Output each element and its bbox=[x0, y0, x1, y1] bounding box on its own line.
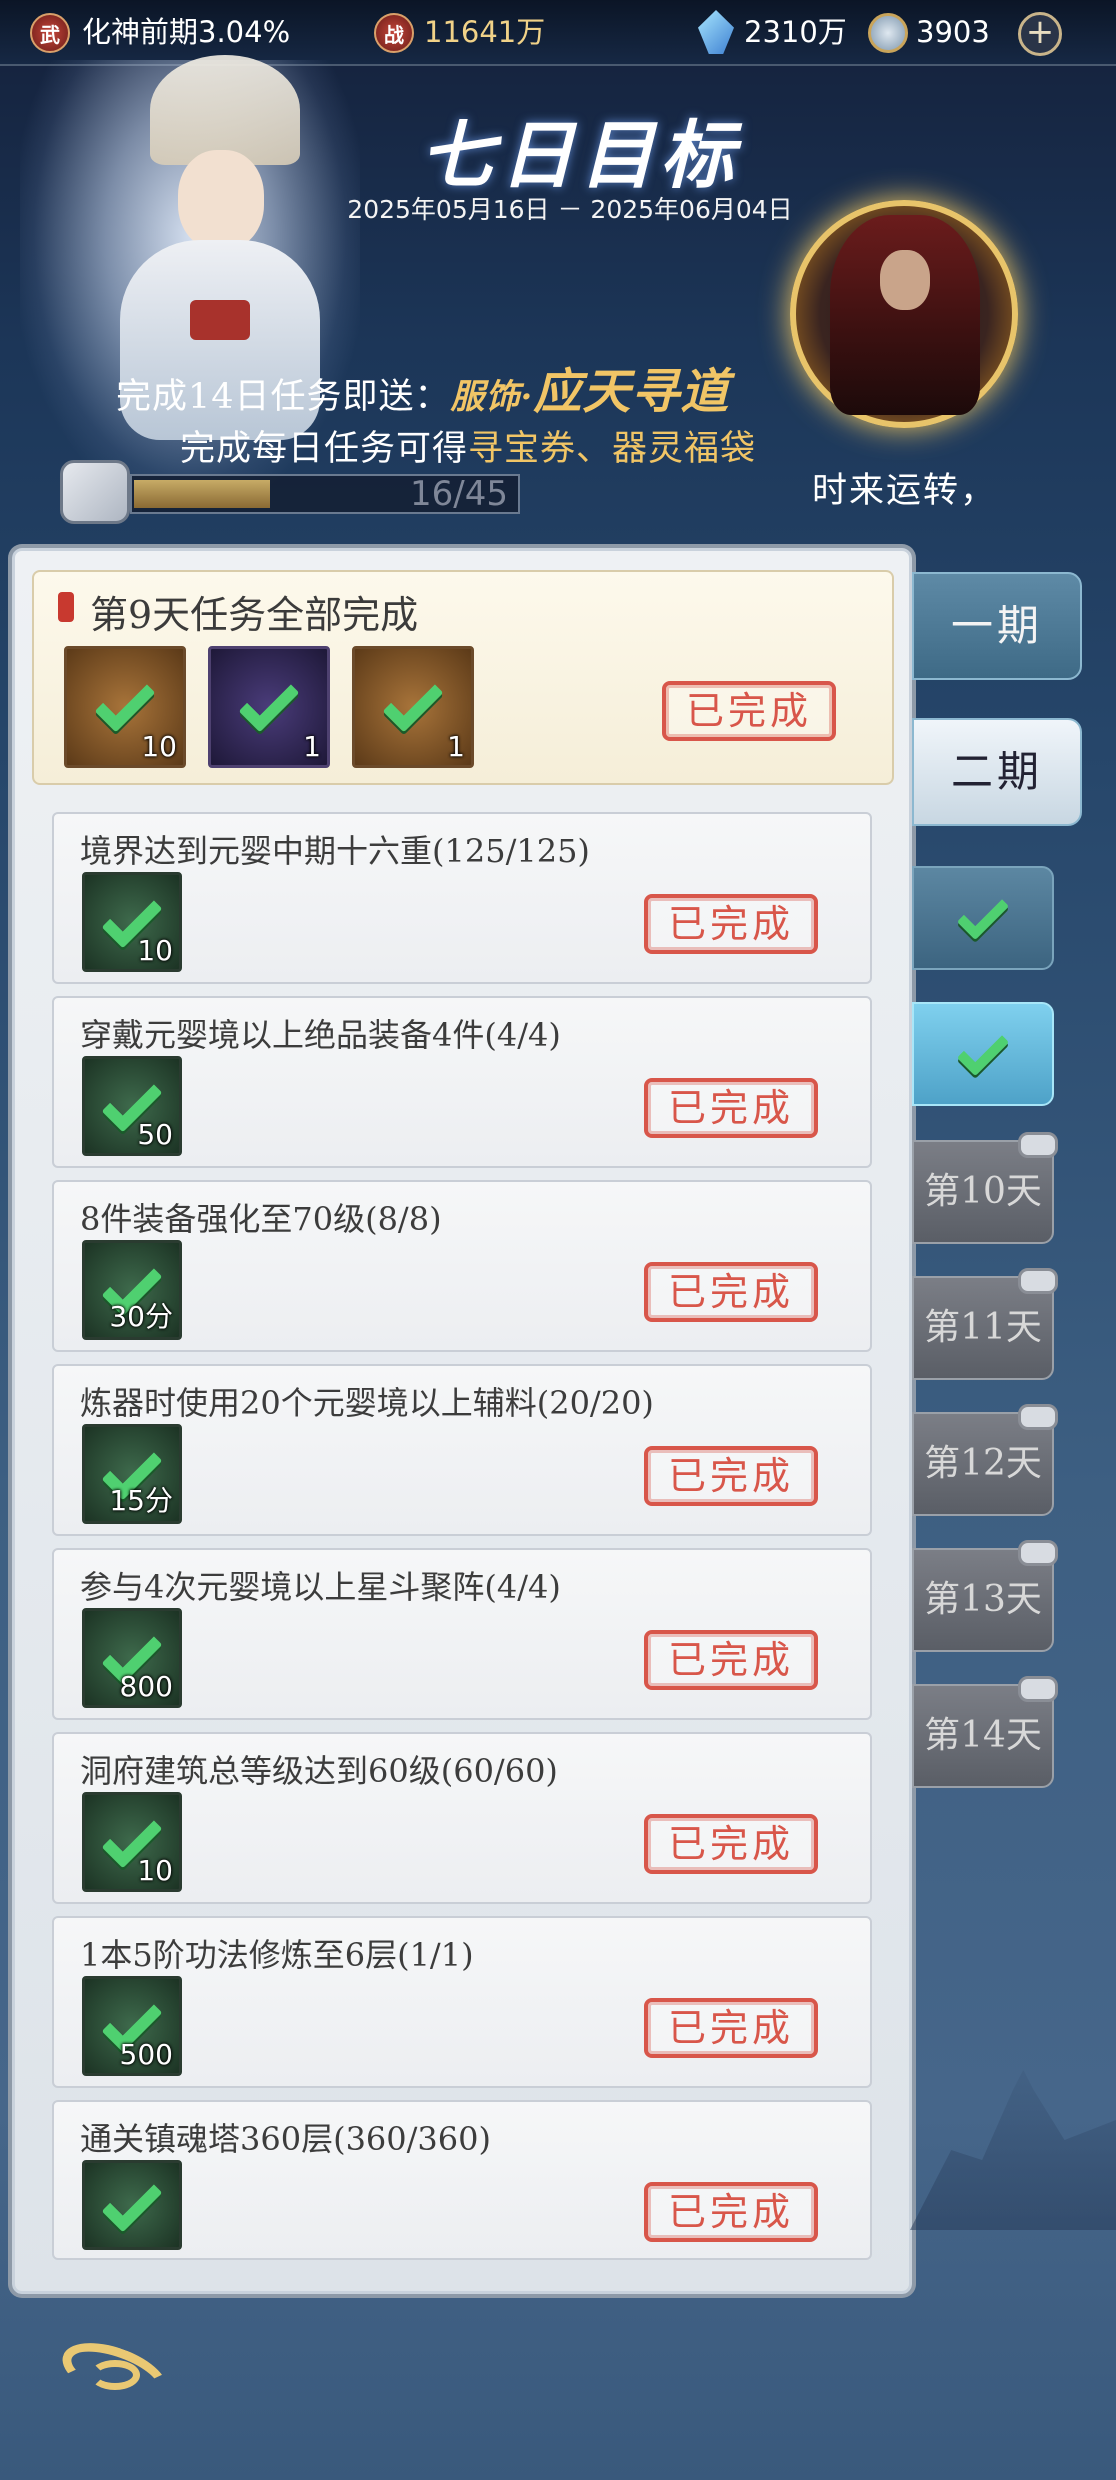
purple-banner-item-icon[interactable]: 10 bbox=[64, 646, 186, 768]
task-row: 1本5阶功法修炼至6层(1/1) 500 已完成 bbox=[52, 1916, 872, 2088]
event-date-range: 2025年05月16日 － 2025年06月04日 bbox=[347, 195, 793, 224]
item-qty: 10 bbox=[137, 1854, 173, 1887]
task-completed-stamp: 已完成 bbox=[644, 1998, 818, 2058]
item-qty: 15分 bbox=[109, 1484, 173, 1517]
lock-icon bbox=[1018, 1268, 1058, 1294]
check-icon bbox=[956, 887, 1010, 941]
overall-progress-text: 16/45 bbox=[410, 474, 508, 514]
task-completed-stamp: 已完成 bbox=[644, 1630, 818, 1690]
daily-reward-line: 完成每日任务可得寻宝券、器灵福袋 bbox=[180, 420, 756, 471]
task-completed-stamp: 已完成 bbox=[644, 1814, 818, 1874]
claimed-check-icon bbox=[238, 671, 300, 733]
overall-progress-fill bbox=[134, 480, 270, 508]
realm-rank-icon: 武 bbox=[30, 13, 70, 53]
tab-day-12[interactable]: 第12天 bbox=[912, 1404, 1058, 1516]
task-title: 通关镇魂塔360层(360/360) bbox=[80, 2120, 491, 2158]
lock-icon bbox=[1018, 1404, 1058, 1430]
day-complete-title: 第9天任务全部完成 bbox=[90, 593, 419, 637]
day-completed-stamp: 已完成 bbox=[662, 681, 836, 741]
spirit-stone-count: 2310万 bbox=[744, 15, 847, 49]
combat-power-icon: 战 bbox=[374, 13, 414, 53]
grand-reward-type: 服饰· bbox=[450, 377, 534, 417]
combat-power-value: 11641万 bbox=[424, 15, 546, 49]
task-completed-stamp: 已完成 bbox=[644, 894, 818, 954]
task-row: 通关镇魂塔360层(360/360) 已完成 bbox=[52, 2100, 872, 2260]
realm-level-label: 化神前期3.04% bbox=[82, 15, 291, 49]
item-qty: 500 bbox=[119, 2038, 173, 2071]
grand-reward-line: 完成14日任务即送：服饰·应天寻道 bbox=[116, 352, 729, 422]
check-icon bbox=[956, 1023, 1010, 1077]
jade-coin-count: 3903 bbox=[916, 15, 990, 49]
heroine-face bbox=[178, 150, 264, 250]
cloud-back-icon[interactable] bbox=[50, 2330, 180, 2418]
task-row: 炼器时使用20个元婴境以上辅料(20/20) 15分 已完成 bbox=[52, 1364, 872, 1536]
treasure-chest-item-icon[interactable]: 1 bbox=[352, 646, 474, 768]
task-row: 8件装备强化至70级(8/8) 30分 已完成 bbox=[52, 1180, 872, 1352]
scroll-icon bbox=[60, 460, 130, 524]
lock-icon bbox=[1018, 1540, 1058, 1566]
task-title: 参与4次元婴境以上星斗聚阵(4/4) bbox=[80, 1568, 561, 1606]
event-title: 七日目标 bbox=[420, 113, 740, 199]
reward-item-icon[interactable]: 500 bbox=[82, 1976, 182, 2076]
tab-phase-1-label: 一期 bbox=[950, 601, 1043, 650]
tab-day-11[interactable]: 第11天 bbox=[912, 1268, 1058, 1380]
grand-reward-prefix: 完成14日任务即送： bbox=[116, 377, 451, 417]
item-qty: 50 bbox=[137, 1118, 173, 1151]
reward-item-icon[interactable]: 50 bbox=[82, 1056, 182, 1156]
item-qty: 800 bbox=[119, 1670, 173, 1703]
claimed-check-icon bbox=[382, 671, 444, 733]
tab-day-10[interactable]: 第10天 bbox=[912, 1132, 1058, 1244]
reward-item-icon[interactable]: 10 bbox=[82, 1792, 182, 1892]
reward-item-icon[interactable]: 800 bbox=[82, 1608, 182, 1708]
claimed-check-icon bbox=[101, 2171, 163, 2233]
reward-item-icon[interactable]: 15分 bbox=[82, 1424, 182, 1524]
lock-icon bbox=[1018, 1132, 1058, 1158]
daily-reward-prefix: 完成每日任务可得 bbox=[180, 429, 469, 469]
heroine-sash bbox=[190, 300, 250, 340]
tab-day-14[interactable]: 第14天 bbox=[912, 1676, 1058, 1788]
task-row: 境界达到元婴中期十六重(125/125) 10 已完成 bbox=[52, 812, 872, 984]
costume-mask bbox=[880, 250, 930, 310]
claimed-check-icon bbox=[94, 671, 156, 733]
task-row: 穿戴元婴境以上绝品装备4件(4/4) 50 已完成 bbox=[52, 996, 872, 1168]
reward-item-icon[interactable]: 10 bbox=[82, 872, 182, 972]
lock-icon bbox=[1018, 1676, 1058, 1702]
costume-figure bbox=[830, 215, 980, 415]
red-seal-icon bbox=[58, 592, 74, 622]
task-completed-stamp: 已完成 bbox=[644, 1262, 818, 1322]
item-qty: 1 bbox=[447, 730, 465, 763]
item-qty: 30分 bbox=[109, 1300, 173, 1333]
task-row: 洞府建筑总等级达到60级(60/60) 10 已完成 bbox=[52, 1732, 872, 1904]
heroine-headdress bbox=[150, 55, 300, 165]
task-title: 穿戴元婴境以上绝品装备4件(4/4) bbox=[80, 1016, 561, 1054]
tab-day-13[interactable]: 第13天 bbox=[912, 1540, 1058, 1652]
reward-item-icon[interactable]: 30分 bbox=[82, 1240, 182, 1340]
tab-day-8[interactable] bbox=[912, 866, 1054, 970]
tab-phase-2[interactable]: 二期 bbox=[912, 718, 1082, 826]
task-title: 8件装备强化至70级(8/8) bbox=[80, 1200, 442, 1238]
item-qty: 10 bbox=[141, 730, 177, 763]
item-qty: 10 bbox=[137, 934, 173, 967]
tab-phase-1[interactable]: 一期 bbox=[912, 572, 1082, 680]
tab-phase-2-label: 二期 bbox=[950, 747, 1043, 796]
task-title: 炼器时使用20个元婴境以上辅料(20/20) bbox=[80, 1384, 654, 1422]
item-qty: 1 bbox=[303, 730, 321, 763]
pagoda-scenery bbox=[910, 2070, 1116, 2230]
task-row: 参与4次元婴境以上星斗聚阵(4/4) 800 已完成 bbox=[52, 1548, 872, 1720]
task-title: 1本5阶功法修炼至6层(1/1) bbox=[80, 1936, 474, 1974]
tab-day-9[interactable] bbox=[912, 1002, 1054, 1106]
reward-item-icon[interactable] bbox=[82, 2160, 182, 2250]
grand-reward-name: 应天寻道 bbox=[533, 364, 730, 420]
jade-coin-icon bbox=[868, 13, 908, 53]
spirit-orb-item-icon[interactable]: 1 bbox=[208, 646, 330, 768]
task-title: 洞府建筑总等级达到60级(60/60) bbox=[80, 1752, 558, 1790]
slogan-text: 时来运转， bbox=[812, 471, 998, 511]
task-completed-stamp: 已完成 bbox=[644, 2182, 818, 2242]
task-completed-stamp: 已完成 bbox=[644, 1078, 818, 1138]
task-title: 境界达到元婴中期十六重(125/125) bbox=[80, 832, 590, 870]
daily-reward-items: 寻宝券、器灵福袋 bbox=[468, 429, 757, 469]
recharge-plus-button[interactable]: + bbox=[1018, 12, 1062, 56]
task-completed-stamp: 已完成 bbox=[644, 1446, 818, 1506]
